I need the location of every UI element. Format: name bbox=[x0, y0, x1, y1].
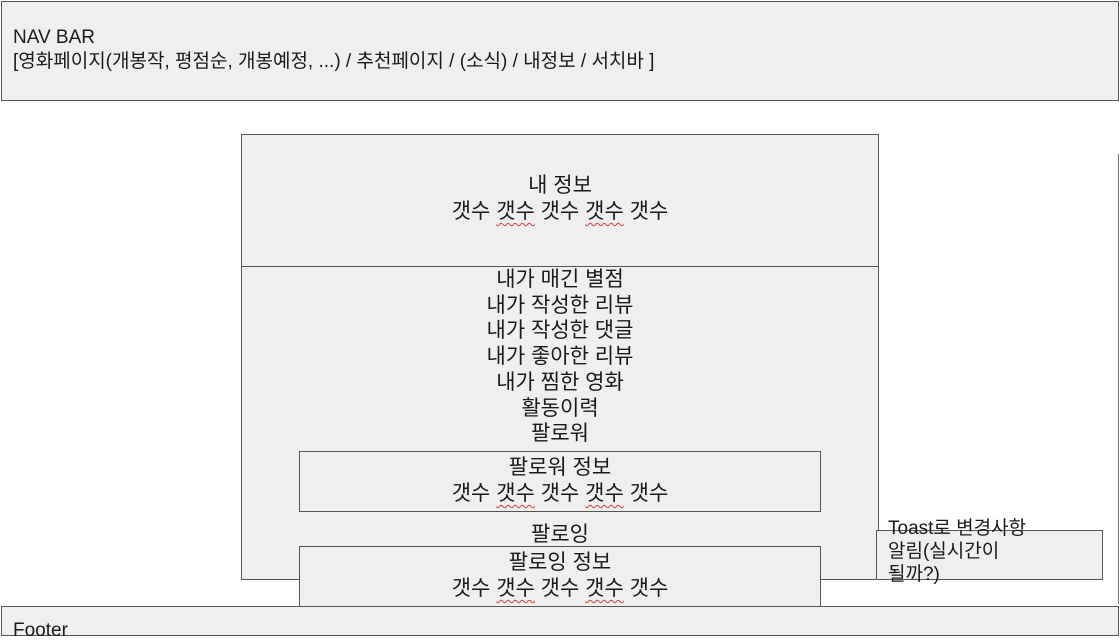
count-label: 갯수 bbox=[629, 482, 669, 505]
count-label: 갯수 bbox=[629, 577, 669, 600]
menu-item-ratings[interactable]: 내가 매긴 별점 bbox=[242, 267, 878, 293]
following-info-box: 팔로잉 정보 갯수 갯수 갯수 갯수 갯수 bbox=[299, 546, 821, 610]
toast-line: 알림(실시간이 bbox=[888, 541, 1000, 562]
following-title: 팔로잉 정보 bbox=[508, 551, 612, 574]
count-label: 갯수 bbox=[451, 482, 491, 505]
count-label: 갯수 bbox=[451, 577, 491, 600]
footer: Footer bbox=[1, 606, 1119, 641]
count-label: 갯수 bbox=[585, 482, 624, 505]
count-label: 갯수 bbox=[540, 200, 580, 223]
follower-counts: 갯수 갯수 갯수 갯수 갯수 bbox=[300, 481, 820, 507]
count-label: 갯수 bbox=[540, 482, 580, 505]
my-info-panel: 내 정보 갯수 갯수 갯수 갯수 갯수 내가 매긴 별점 내가 작성한 리뷰 내… bbox=[241, 134, 879, 580]
menu-item-activity-history[interactable]: 활동이력 bbox=[242, 396, 878, 422]
profile-section: 내 정보 갯수 갯수 갯수 갯수 갯수 bbox=[242, 135, 878, 267]
following-counts: 갯수 갯수 갯수 갯수 갯수 bbox=[300, 576, 820, 602]
right-edge-line bbox=[1118, 154, 1119, 604]
count-label: 갯수 bbox=[451, 200, 491, 223]
count-label: 갯수 bbox=[629, 200, 669, 223]
footer-title: Footer bbox=[13, 620, 68, 641]
menu-item-my-comments[interactable]: 내가 작성한 댓글 bbox=[242, 318, 878, 344]
count-label: 갯수 bbox=[540, 577, 580, 600]
count-label: 갯수 bbox=[496, 577, 535, 600]
follower-info-box: 팔로워 정보 갯수 갯수 갯수 갯수 갯수 bbox=[299, 451, 821, 512]
menu-item-wishlist-movies[interactable]: 내가 찜한 영화 bbox=[242, 370, 878, 396]
menu-item-my-reviews[interactable]: 내가 작성한 리뷰 bbox=[242, 293, 878, 319]
nav-bar-title: NAV BAR bbox=[13, 27, 96, 48]
count-label: 갯수 bbox=[585, 200, 624, 223]
toast-line: Toast로 변경사항 bbox=[888, 518, 1027, 539]
following-label[interactable]: 팔로잉 bbox=[241, 522, 879, 548]
nav-bar: NAV BAR [영화페이지(개봉작, 평점순, 개봉예정, ...) / 추천… bbox=[1, 1, 1119, 101]
follower-title: 팔로워 정보 bbox=[508, 456, 612, 479]
activity-menu: 내가 매긴 별점 내가 작성한 리뷰 내가 작성한 댓글 내가 좋아한 리뷰 내… bbox=[242, 267, 878, 447]
menu-item-followers[interactable]: 팔로워 bbox=[242, 421, 878, 447]
profile-counts: 갯수 갯수 갯수 갯수 갯수 bbox=[242, 199, 878, 225]
menu-item-liked-reviews[interactable]: 내가 좋아한 리뷰 bbox=[242, 344, 878, 370]
toast-note: Toast로 변경사항 알림(실시간이 될까?) bbox=[888, 517, 1088, 586]
count-label: 갯수 bbox=[585, 577, 624, 600]
count-label: 갯수 bbox=[496, 200, 535, 223]
profile-title: 내 정보 bbox=[528, 174, 592, 197]
count-label: 갯수 bbox=[496, 482, 535, 505]
nav-bar-subtitle: [영화페이지(개봉작, 평점순, 개봉예정, ...) / 추천페이지 / (소… bbox=[13, 51, 655, 72]
toast-line: 될까?) bbox=[888, 564, 940, 585]
